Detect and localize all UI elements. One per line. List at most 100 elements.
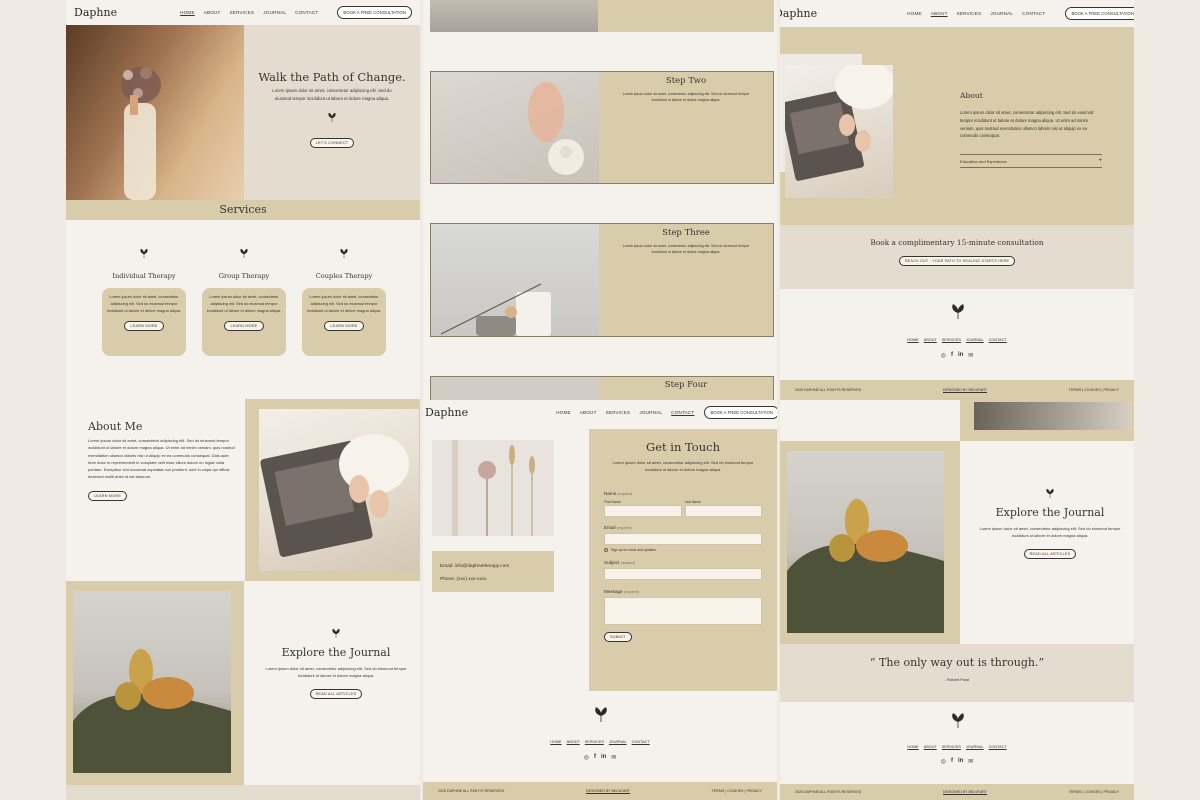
logo[interactable]: Daphne <box>425 406 468 419</box>
instagram-icon[interactable]: ◎ <box>584 754 589 761</box>
learn-more-button[interactable]: LEARN MORE <box>324 321 364 331</box>
sprig-icon <box>244 109 420 127</box>
services-header: Services <box>66 200 420 220</box>
facebook-icon[interactable]: f <box>951 352 953 359</box>
lets-connect-button[interactable]: LET'S CONNECT <box>309 138 355 149</box>
footer-services[interactable]: SERVICES <box>585 740 604 744</box>
sprig-icon <box>332 628 340 638</box>
footer-designed-by[interactable]: DESIGNED BY BELVEART <box>586 789 630 793</box>
first-name-input[interactable] <box>604 505 682 518</box>
book-consultation-button[interactable]: BOOK A FREE CONSULTATION <box>337 6 412 19</box>
facebook-icon[interactable]: f <box>951 758 953 765</box>
service-title: Group Therapy <box>218 272 270 280</box>
footer-legal[interactable]: TERMS | COOKIES | PRIVACY <box>712 789 762 793</box>
nav-contact[interactable]: CONTACT <box>1022 11 1045 16</box>
footer-contact[interactable]: CONTACT <box>989 338 1007 342</box>
email-label: Email (required) <box>604 525 632 531</box>
submit-button[interactable]: SUBMIT <box>604 632 632 643</box>
footer-journal[interactable]: JOURNAL <box>966 745 984 749</box>
nav-about[interactable]: ABOUT <box>580 410 597 415</box>
service-body: Lorem ipsum dolor sit amet, consectetur … <box>206 294 282 313</box>
reach-out-button[interactable]: REACH OUT - YOUR PATH TO HEALING STARTS … <box>898 256 1016 266</box>
footer-legal[interactable]: TERMS | COOKIES | PRIVACY <box>1069 790 1119 794</box>
footer-designed-by[interactable]: DESIGNED BY BELVEART <box>943 388 987 392</box>
linkedin-icon[interactable]: in <box>958 352 963 359</box>
footer-legal[interactable]: TERMS | COOKIES | PRIVACY <box>1069 388 1119 392</box>
footer-bar: 2025 DAPHNE ALL RIGHTS RESERVED DESIGNED… <box>780 380 1134 400</box>
footer-logo-icon <box>950 303 966 324</box>
nav-home[interactable]: HOME <box>180 10 195 15</box>
footer-about[interactable]: ABOUT <box>924 338 937 342</box>
sprig-icon <box>140 248 148 258</box>
service-card: Group Therapy Lorem ipsum dolor sit amet… <box>202 245 286 356</box>
instagram-icon[interactable]: ◎ <box>941 758 946 765</box>
footer-journal[interactable]: JOURNAL <box>966 338 984 342</box>
contact-body: Lorem ipsum dolor sit amet, consectetur … <box>612 460 754 473</box>
footer-services[interactable]: SERVICES <box>942 338 961 342</box>
nav-contact[interactable]: CONTACT <box>295 10 318 15</box>
footer-designed-by[interactable]: DESIGNED BY BELVEART <box>943 790 987 794</box>
mail-icon[interactable]: ✉ <box>611 754 616 761</box>
subject-input[interactable] <box>604 568 762 581</box>
nav-about[interactable]: ABOUT <box>204 10 221 15</box>
read-all-articles-button[interactable]: READ ALL ARTICLES <box>309 688 363 699</box>
learn-more-button[interactable]: LEARN MORE <box>124 321 164 331</box>
footer-home[interactable]: HOME <box>550 740 561 744</box>
step-one-partial <box>430 0 774 32</box>
hero-title: Walk the Path of Change. <box>258 70 406 84</box>
footer-about[interactable]: ABOUT <box>567 740 580 744</box>
accordion-label: Education and Experience <box>960 158 1007 164</box>
contact-email[interactable]: Email: info@daphnetherapy.com <box>440 560 546 573</box>
facebook-icon[interactable]: f <box>594 754 596 761</box>
journal-image-frame <box>780 441 960 644</box>
book-consultation-button[interactable]: BOOK A FREE CONSULTATION <box>1065 7 1134 20</box>
journal-body: Lorem ipsum dolor sit amet, consectetur … <box>265 666 407 679</box>
step-title: Step Two <box>665 76 707 86</box>
learn-more-button[interactable]: LEARN MORE <box>88 490 128 501</box>
step-four-row: Step Four <box>430 376 774 400</box>
book-consultation-button[interactable]: BOOK A FREE CONSULTATION <box>704 406 777 419</box>
quote-author: - Robert Frost <box>944 677 970 682</box>
nav-home[interactable]: HOME <box>556 410 571 415</box>
social-icons: ◎ f in ✉ <box>780 352 1134 359</box>
logo[interactable]: Daphne <box>74 6 117 19</box>
mail-icon[interactable]: ✉ <box>968 352 973 359</box>
linkedin-icon[interactable]: in <box>601 754 606 761</box>
last-name-input[interactable] <box>684 505 762 518</box>
signup-checkbox[interactable] <box>604 548 608 553</box>
linkedin-icon[interactable]: in <box>958 758 963 765</box>
footer-home[interactable]: HOME <box>907 745 918 749</box>
branch-photo <box>431 224 599 336</box>
contact-title: Get in Touch <box>646 440 720 454</box>
read-all-articles-button[interactable]: READ ALL ARTICLES <box>1023 548 1077 559</box>
footer-home[interactable]: HOME <box>907 338 918 342</box>
message-textarea[interactable] <box>604 597 762 626</box>
sprig-icon <box>1046 488 1054 498</box>
nav-home[interactable]: HOME <box>907 11 922 16</box>
nav-menu: HOME ABOUT SERVICES JOURNAL CONTACT <box>556 410 694 415</box>
footer-about[interactable]: ABOUT <box>924 745 937 749</box>
nav-contact[interactable]: CONTACT <box>671 410 694 415</box>
nav-journal[interactable]: JOURNAL <box>639 410 662 415</box>
logo[interactable]: Daphne <box>780 7 817 20</box>
services-heading: Services <box>219 203 267 216</box>
contact-phone: Phone: (xxx) xxx-xxxx <box>440 577 487 582</box>
about-body: Lorem ipsum dolor sit amet, consectetur … <box>960 110 1094 139</box>
instagram-icon[interactable]: ◎ <box>941 352 946 359</box>
nav-services[interactable]: SERVICES <box>606 410 631 415</box>
nav-about[interactable]: ABOUT <box>931 11 948 16</box>
signup-label: Sign up for news and updates. <box>611 548 657 553</box>
learn-more-button[interactable]: LEARN MORE <box>224 321 264 331</box>
nav-services[interactable]: SERVICES <box>230 10 255 15</box>
nav-menu: HOME ABOUT SERVICES JOURNAL CONTACT <box>136 10 318 15</box>
footer-contact[interactable]: CONTACT <box>632 740 650 744</box>
education-accordion[interactable]: Education and Experience + <box>960 154 1102 169</box>
nav-journal[interactable]: JOURNAL <box>990 11 1013 16</box>
nav-services[interactable]: SERVICES <box>957 11 982 16</box>
footer-contact[interactable]: CONTACT <box>989 745 1007 749</box>
mail-icon[interactable]: ✉ <box>968 758 973 765</box>
email-input[interactable] <box>604 533 762 546</box>
footer-journal[interactable]: JOURNAL <box>609 740 627 744</box>
nav-journal[interactable]: JOURNAL <box>263 10 286 15</box>
footer-services[interactable]: SERVICES <box>942 745 961 749</box>
